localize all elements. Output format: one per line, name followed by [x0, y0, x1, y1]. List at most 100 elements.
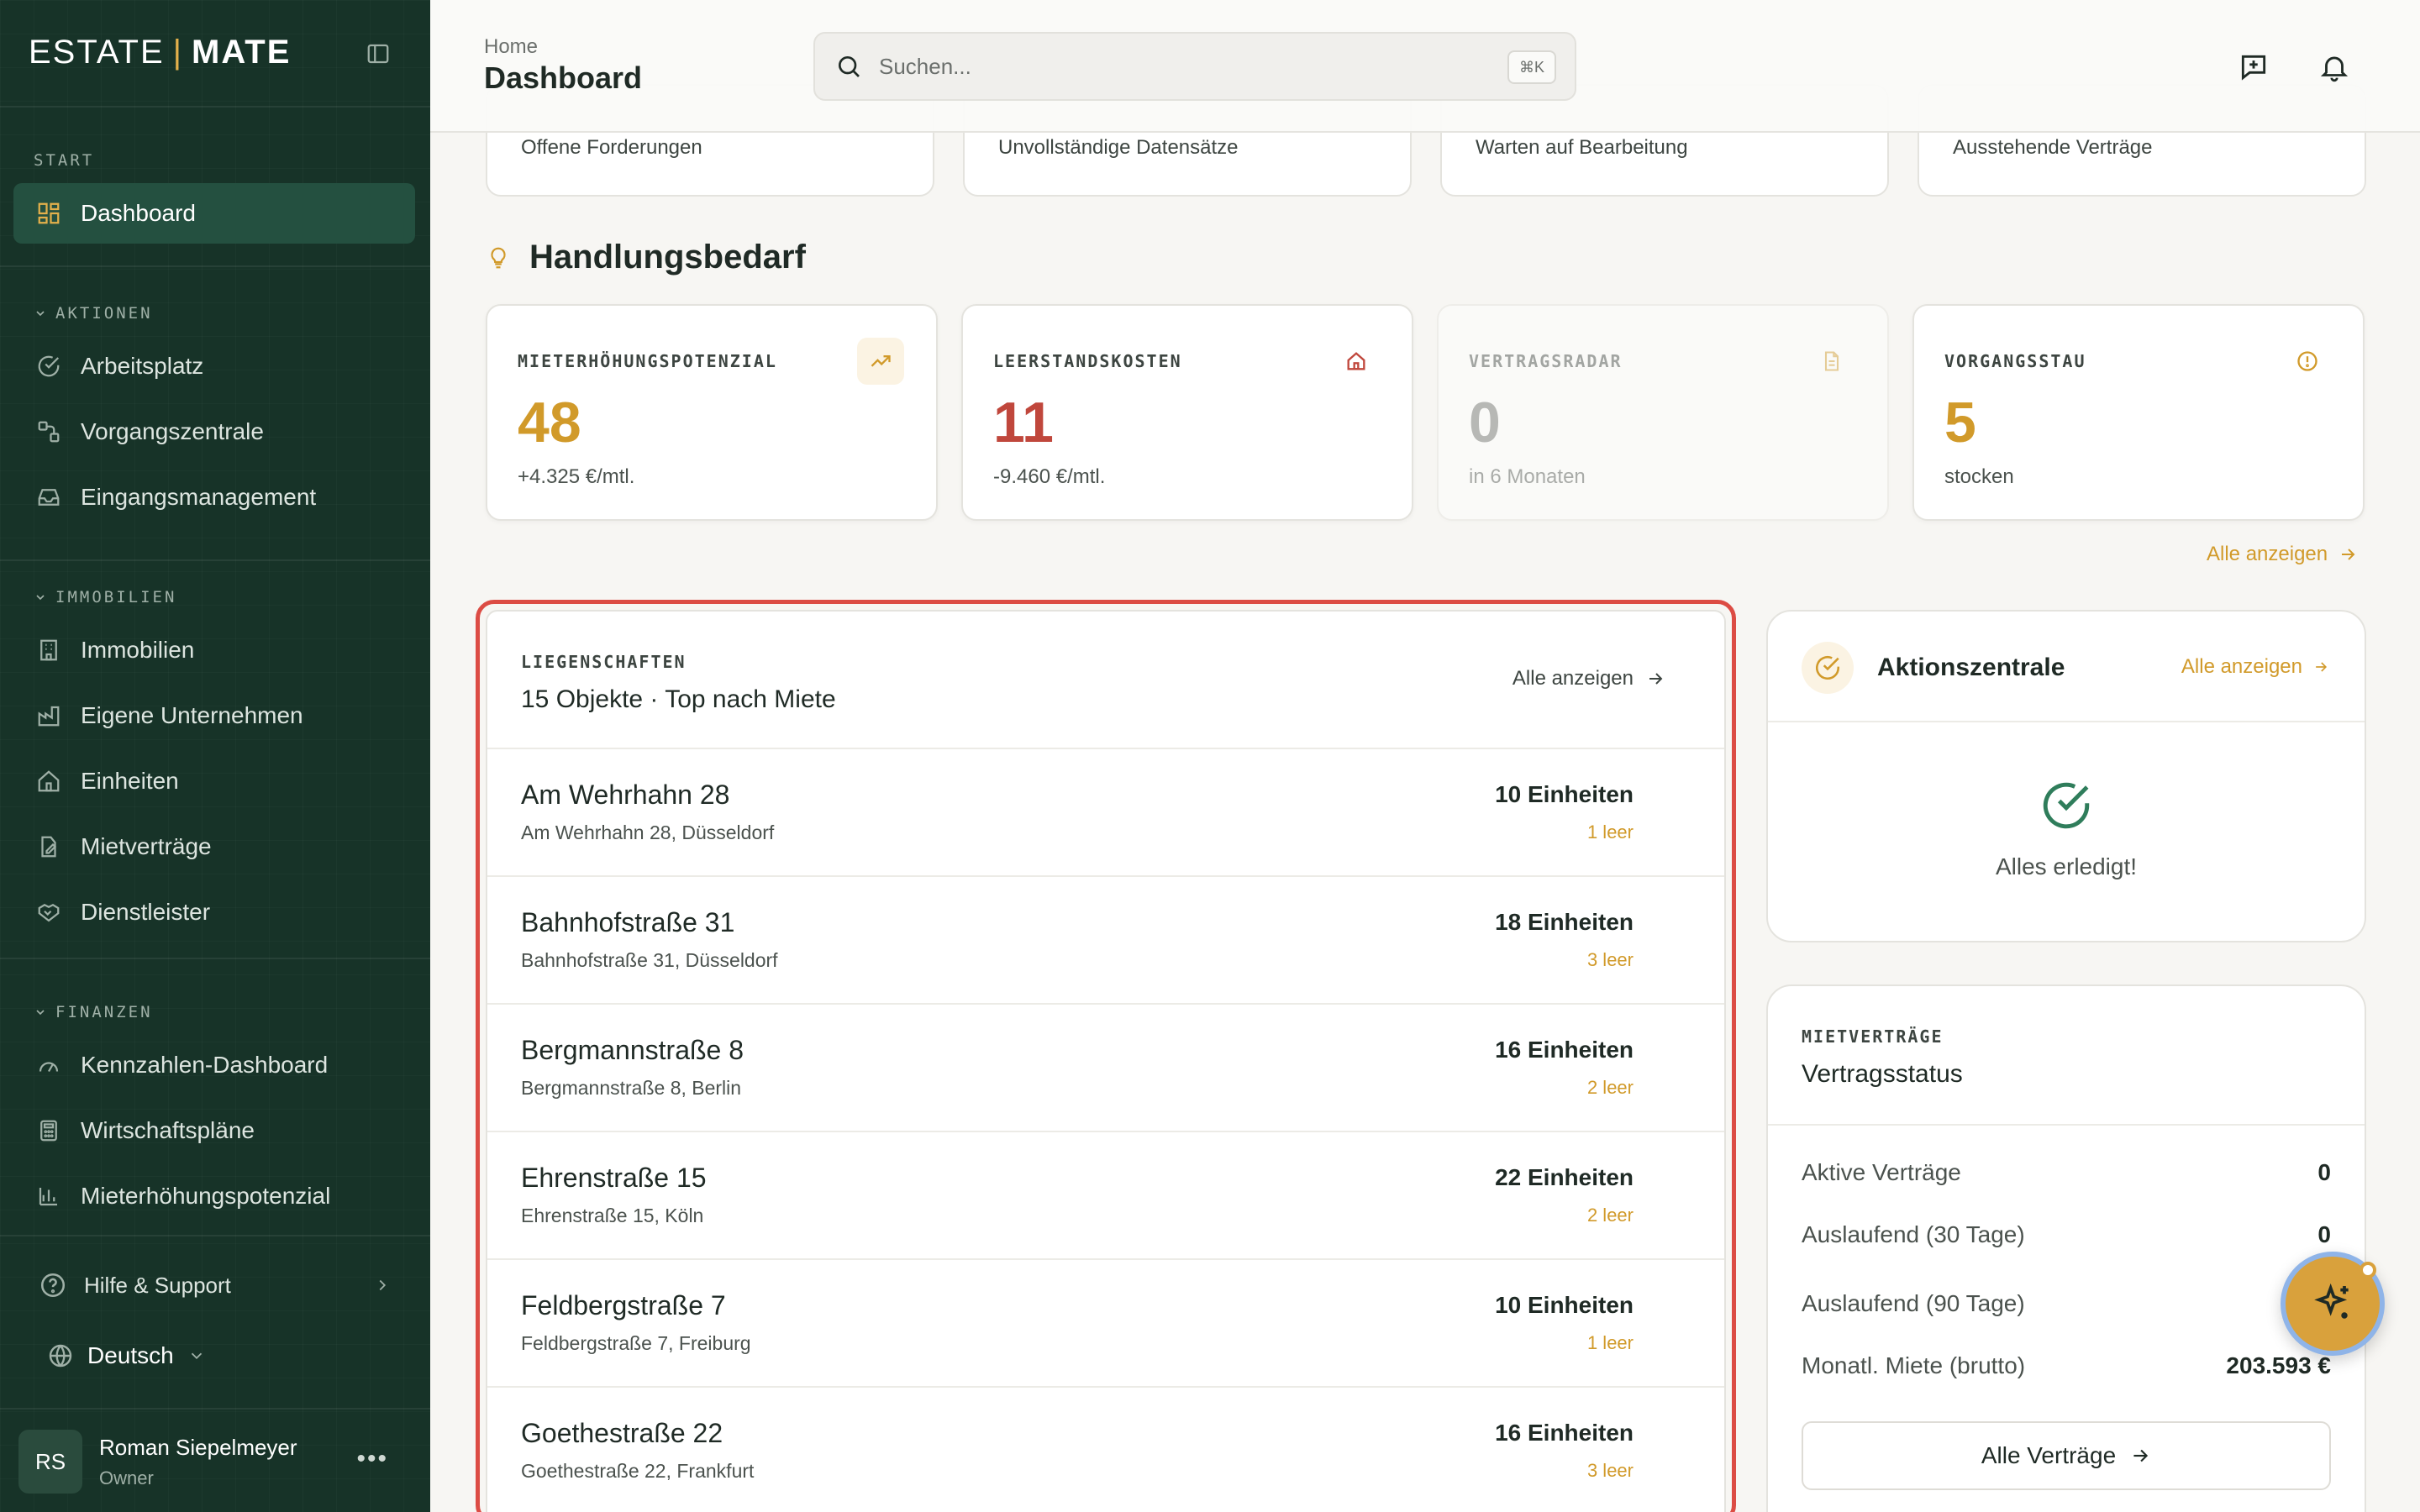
check-circle-icon	[1802, 642, 1854, 694]
property-vacant: 1 leer	[1586, 822, 1634, 843]
sidebar-item-kennzahlen[interactable]: Kennzahlen-Dashboard	[13, 1035, 415, 1095]
sidebar-item-label: Dashboard	[81, 200, 196, 226]
sidebar-toggle-button[interactable]	[360, 37, 397, 71]
workflow-icon	[34, 417, 64, 447]
kpi-value: 0	[1469, 391, 1501, 454]
section-start-title: START	[34, 151, 95, 170]
section-aktionen-title[interactable]: AKTIONEN	[34, 304, 153, 323]
lightbulb-icon	[491, 247, 506, 268]
status-label: Monatl. Miete (brutto)	[1802, 1352, 2026, 1378]
arrow-right-icon	[1649, 673, 1663, 685]
sidebar-item-eigene-unternehmen[interactable]: Eigene Unternehmen	[13, 685, 415, 746]
sidebar-item-mieterhoehungspotenzial[interactable]: Mieterhöhungspotenzial	[13, 1166, 415, 1226]
kpi-label: LEERSTANDSKOSTEN	[993, 351, 1182, 371]
card-title: Vertragsstatus	[1802, 1060, 1963, 1088]
status-value: 0	[2317, 1221, 2331, 1247]
notifications-button[interactable]	[2314, 47, 2354, 87]
sidebar-item-wirtschaftsplaene[interactable]: Wirtschaftspläne	[13, 1100, 415, 1161]
breadcrumb[interactable]: Home	[484, 35, 538, 59]
chevron-down-icon	[191, 1352, 202, 1360]
sidebar-item-label: Mieterhöhungspotenzial	[81, 1183, 331, 1209]
property-name: Feldbergstraße 7	[521, 1290, 726, 1320]
property-name: Bahnhofstraße 31	[521, 907, 735, 937]
user-info: Roman Siepelmeyer Owner	[99, 1435, 297, 1489]
search-input[interactable]: Suchen... ⌘K	[813, 32, 1576, 101]
chevron-down-icon	[36, 311, 45, 317]
list-item[interactable]: Bergmannstraße 8 Bergmannstraße 8, Berli…	[487, 1005, 1724, 1132]
list-item[interactable]: Bahnhofstraße 31 Bahnhofstraße 31, Düsse…	[487, 877, 1724, 1005]
list-item[interactable]: Ehrenstraße 15 Ehrenstraße 15, Köln 22 E…	[487, 1132, 1724, 1260]
sidebar-item-vorgangszentrale[interactable]: Vorgangszentrale	[13, 402, 415, 462]
section-immobilien-title[interactable]: IMMOBILIEN	[34, 588, 176, 606]
property-address: Ehrenstraße 15, Köln	[521, 1205, 704, 1226]
language-selector[interactable]: Deutsch	[47, 1342, 206, 1369]
sidebar-item-mietvertraege[interactable]: Mietverträge	[13, 816, 415, 877]
sidebar-divider	[0, 106, 430, 108]
sidebar-item-label: Einheiten	[81, 768, 179, 794]
property-vacant: 2 leer	[1586, 1205, 1634, 1226]
sidebar-item-dienstleister[interactable]: Dienstleister	[13, 882, 415, 942]
home-icon	[34, 766, 64, 796]
feedback-button[interactable]	[2233, 47, 2274, 87]
kpi-label: VERTRAGSRADAR	[1469, 351, 1623, 371]
sidebar-toggle-icon	[367, 44, 389, 64]
sidebar-item-label: Vorgangszentrale	[81, 418, 264, 444]
sidebar-item-label: Wirtschaftspläne	[81, 1117, 255, 1143]
user-profile[interactable]: RS Roman Siepelmeyer Owner •••	[18, 1426, 413, 1497]
kpi-subtext: in 6 Monaten	[1469, 465, 1586, 488]
sidebar-item-dashboard[interactable]: Dashboard	[13, 183, 415, 244]
liegenschaften-show-all-link[interactable]: Alle anzeigen	[1512, 667, 1665, 690]
property-units: 18 Einheiten	[1495, 909, 1634, 935]
sidebar-item-label: Immobilien	[81, 637, 195, 663]
kpi-value: 48	[518, 391, 581, 454]
kpi-card-mieterhoehung[interactable]: MIETERHÖHUNGSPOTENZIAL 48 +4.325 €/mtl.	[486, 304, 938, 521]
sidebar-item-einheiten[interactable]: Einheiten	[13, 751, 415, 811]
list-item[interactable]: Am Wehrhahn 28 Am Wehrhahn 28, Düsseldor…	[487, 749, 1724, 877]
status-label: Aktive Verträge	[1802, 1159, 1961, 1185]
contract-icon	[34, 832, 64, 862]
kpi-card-leerstandskosten[interactable]: LEERSTANDSKOSTEN 11 -9.460 €/mtl.	[961, 304, 1413, 521]
message-plus-icon	[2241, 55, 2266, 81]
handlungsbedarf-show-all-link[interactable]: Alle anzeigen	[2207, 543, 2358, 566]
user-role: Owner	[99, 1467, 154, 1488]
status-label: Auslaufend (90 Tage)	[1802, 1290, 2025, 1316]
sidebar-item-immobilien[interactable]: Immobilien	[13, 620, 415, 680]
brand-logo[interactable]: ESTATE | MATE	[29, 34, 291, 71]
link-label: Alle anzeigen	[1512, 667, 1634, 690]
property-address: Bergmannstraße 8, Berlin	[521, 1077, 742, 1099]
status-row: Auslaufend (30 Tage) 0	[1802, 1221, 2331, 1248]
mietvertraege-card: MIETVERTRÄGE Vertragsstatus Aktive Vertr…	[1766, 984, 2366, 1512]
card-title: Aktionszentrale	[1877, 654, 2065, 681]
brand-part2: MATE	[192, 34, 292, 71]
aktionszentrale-show-all-link[interactable]: Alle anzeigen	[2181, 655, 2329, 679]
success-check-icon	[2039, 778, 2094, 837]
globe-icon	[49, 1344, 72, 1368]
kpi-card-vertragsradar[interactable]: VERTRAGSRADAR 0 in 6 Monaten	[1437, 304, 1889, 521]
sparkle-icon	[2314, 1283, 2349, 1319]
bar-chart-icon	[34, 1181, 64, 1211]
avatar: RS	[18, 1430, 82, 1494]
section-label: IMMOBILIEN	[55, 588, 177, 606]
list-item[interactable]: Goethestraße 22 Goethestraße 22, Frankfu…	[487, 1388, 1724, 1512]
sidebar-item-label: Dienstleister	[81, 899, 211, 925]
all-contracts-button[interactable]: Alle Verträge	[1802, 1421, 2331, 1490]
list-item[interactable]: Feldbergstraße 7 Feldbergstraße 7, Freib…	[487, 1260, 1724, 1388]
status-row: Monatl. Miete (brutto) 203.593 €	[1802, 1352, 2331, 1379]
stat-label: Warten auf Bearbeitung	[1476, 136, 1688, 159]
status-row: Aktive Verträge 0	[1802, 1159, 2331, 1186]
brand-separator: |	[172, 34, 184, 71]
sidebar-item-arbeitsplatz[interactable]: Arbeitsplatz	[13, 336, 415, 396]
kpi-value: 11	[993, 391, 1054, 454]
kpi-card-vorgangsstau[interactable]: VORGANGSSTAU 5 stocken	[1912, 304, 2365, 521]
more-options-icon[interactable]: •••	[356, 1445, 388, 1473]
sidebar-item-label: Kennzahlen-Dashboard	[81, 1052, 329, 1078]
help-support-link[interactable]: Hilfe & Support	[39, 1268, 392, 1302]
dashboard-icon	[34, 198, 64, 228]
arrow-right-icon	[2133, 1449, 2149, 1462]
property-units: 10 Einheiten	[1495, 1292, 1634, 1318]
arrow-right-icon	[2342, 549, 2355, 560]
section-finanzen-title[interactable]: FINANZEN	[34, 1003, 153, 1021]
ai-assistant-button[interactable]	[2281, 1252, 2385, 1356]
page-title: Dashboard	[484, 60, 643, 95]
sidebar-item-eingangsmanagement[interactable]: Eingangsmanagement	[13, 467, 415, 528]
